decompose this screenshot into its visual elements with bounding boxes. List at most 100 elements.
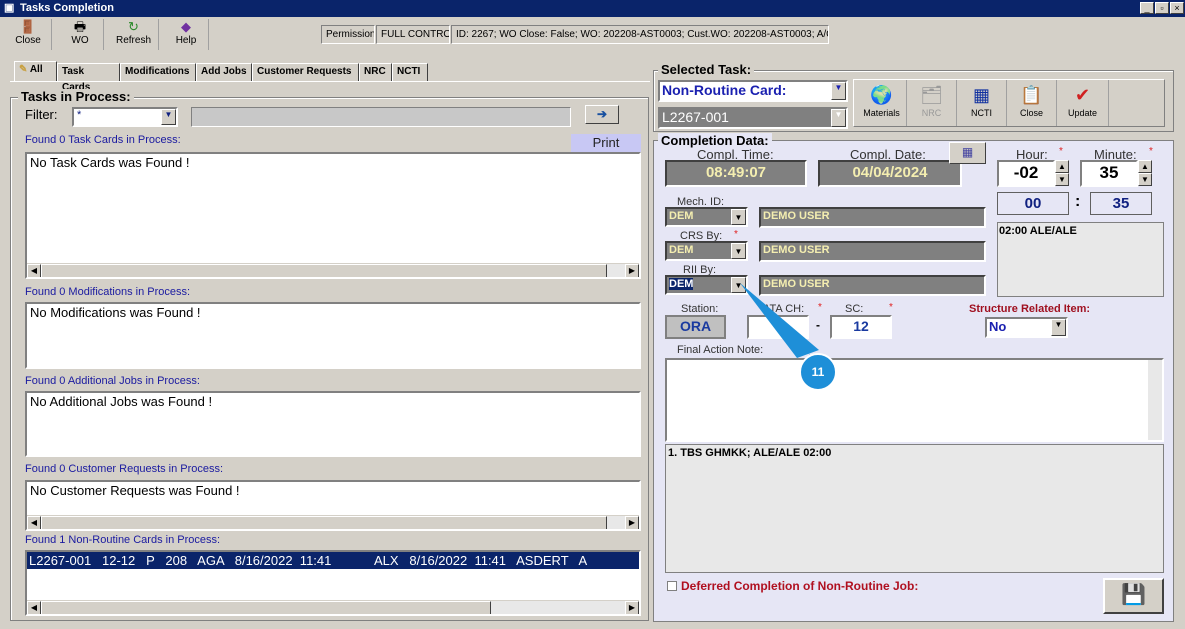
station-field: ORA <box>665 315 726 339</box>
materials-globe-icon: 🌍 <box>870 85 893 105</box>
structure-related-select[interactable]: No ▼ <box>985 317 1068 338</box>
deferred-checkbox[interactable] <box>667 581 677 591</box>
horizontal-scrollbar[interactable]: ◀ ▶ <box>27 600 639 614</box>
compl-time-field: 08:49:07 <box>665 160 807 187</box>
sc-label: SC: <box>845 303 864 315</box>
time-log-memo[interactable]: 02:00 ALE/ALE <box>997 222 1164 297</box>
mech-name-field: DEMO USER <box>759 207 986 228</box>
label: WO <box>71 35 89 46</box>
tab-divider <box>10 81 650 82</box>
task-number-select[interactable]: L2267-001 ▼ <box>658 107 848 129</box>
close-task-button[interactable]: 📋 Close <box>1007 80 1057 126</box>
toolbar-close-button[interactable]: 🚪 Close <box>5 19 52 50</box>
chevron-down-icon[interactable]: ▼ <box>831 82 846 100</box>
structure-value: No <box>989 319 1007 334</box>
time-separator: : <box>1075 193 1081 210</box>
task-type-select[interactable]: Non-Routine Card: ▼ <box>658 80 848 102</box>
station-label: Station: <box>681 303 719 315</box>
label: NRC <box>921 108 942 118</box>
filter-text-field[interactable] <box>191 107 571 127</box>
list-message: No Customer Requests was Found ! <box>30 483 240 498</box>
title-bar: ▣ Tasks Completion <box>0 0 1185 17</box>
hour-spinner[interactable]: ▲ ▼ <box>1055 160 1069 187</box>
rii-id-value: DEM <box>669 278 694 290</box>
horizontal-scrollbar[interactable]: ◀ ▶ <box>27 515 639 529</box>
filter-select[interactable]: * ▼ <box>72 107 178 127</box>
tab-label: All <box>29 64 43 75</box>
filter-value: * <box>77 109 82 121</box>
restore-button[interactable]: ▫ <box>1155 2 1169 14</box>
tab-add-jobs[interactable]: Add Jobs <box>196 63 252 81</box>
callout-number: 11 <box>811 365 825 379</box>
label: Close <box>15 35 41 46</box>
chevron-down-icon[interactable]: ▼ <box>161 109 176 125</box>
tab-ncti[interactable]: NCTI <box>392 63 428 81</box>
close-window-button[interactable]: × <box>1170 2 1184 14</box>
mech-id-select[interactable]: DEM ▼ <box>665 207 748 227</box>
tab-nrc[interactable]: NRC <box>359 63 392 81</box>
tab-modifications[interactable]: Modifications <box>120 63 196 81</box>
app-icon: ▣ <box>4 2 15 14</box>
calendar-button[interactable]: ▦ <box>949 142 986 164</box>
vertical-scrollbar[interactable] <box>1148 360 1162 440</box>
minute-input[interactable]: 35 <box>1080 160 1138 187</box>
selected-task-title: Selected Task: <box>658 62 755 77</box>
minute-spinner[interactable]: ▲ ▼ <box>1138 160 1152 187</box>
action-history-memo[interactable]: 1. TBS GHMKK; ALE/ALE 02:00 <box>665 444 1164 573</box>
nrc-button[interactable]: 🗂 NRC <box>907 80 957 126</box>
vertical-scrollbar[interactable] <box>1149 445 1163 572</box>
chevron-down-icon[interactable]: ▼ <box>831 109 846 127</box>
crs-by-select[interactable]: DEM ▼ <box>665 241 748 261</box>
apply-filter-button[interactable]: ➔ <box>585 105 619 124</box>
required-marker: * <box>734 229 738 240</box>
structure-related-label: Structure Related Item: <box>969 303 1091 315</box>
total-hours-display: 00 <box>997 192 1069 215</box>
toolbar-help-button[interactable]: ◆ Help <box>164 19 209 50</box>
list-message: No Task Cards was Found ! <box>30 155 190 170</box>
label: Help <box>175 35 197 46</box>
chevron-down-icon[interactable]: ▼ <box>1051 319 1066 336</box>
nrc-list[interactable]: L2267-001 12-12 P 208 AGA 8/16/2022 11:4… <box>25 550 641 616</box>
vertical-scrollbar[interactable] <box>1149 223 1163 296</box>
tab-task-cards[interactable]: Task Cards <box>57 63 120 93</box>
permission-label: Permission: <box>321 25 375 44</box>
chevron-down-icon[interactable]: ▼ <box>731 243 746 259</box>
mech-id-value: DEM <box>669 210 694 222</box>
chevron-down-icon[interactable]: ▼ <box>731 209 746 225</box>
refresh-icon: ↻ <box>128 19 139 34</box>
customer-requests-list[interactable]: No Customer Requests was Found ! ◀ ▶ <box>25 480 641 531</box>
history-text: 1. TBS GHMKK; ALE/ALE 02:00 <box>668 447 832 459</box>
calendar-icon: ▦ <box>961 145 974 159</box>
modifications-list[interactable]: No Modifications was Found ! <box>25 302 641 369</box>
horizontal-scrollbar[interactable]: ◀ ▶ <box>27 263 639 277</box>
materials-button[interactable]: 🌍 Materials <box>857 80 907 126</box>
completion-data-title: Completion Data: <box>658 133 772 148</box>
label: Close <box>1019 108 1043 118</box>
tab-all[interactable]: ✎ All <box>14 61 57 81</box>
required-marker: * <box>1149 146 1153 157</box>
help-book-icon: ◆ <box>181 19 191 34</box>
ncti-button[interactable]: ▦ NCTI <box>957 80 1007 126</box>
task-cards-header: Found 0 Task Cards in Process: <box>25 134 181 146</box>
toolbar-refresh-button[interactable]: ↻ Refresh <box>109 19 159 50</box>
hour-input[interactable]: -02 <box>997 160 1055 187</box>
required-marker: * <box>889 302 893 313</box>
toolbar-wo-button[interactable]: 🖶 WO <box>57 19 104 50</box>
additional-jobs-list[interactable]: No Additional Jobs was Found ! <box>25 391 641 457</box>
customer-requests-header: Found 0 Customer Requests in Process: <box>25 463 224 475</box>
label: Update <box>1067 108 1098 118</box>
update-button[interactable]: ✔ Update <box>1057 80 1109 126</box>
nrc-folder-icon: 🗂 <box>920 85 943 105</box>
save-button[interactable]: 💾 <box>1103 578 1164 614</box>
list-message: No Modifications was Found ! <box>30 305 201 320</box>
minimize-button[interactable]: _ <box>1140 2 1154 14</box>
memo-text: 02:00 ALE/ALE <box>999 225 1077 237</box>
label: Refresh <box>115 35 151 46</box>
tab-customer-requests[interactable]: Customer Requests <box>252 63 359 81</box>
printer-icon: 🖶 <box>73 19 87 34</box>
nrc-row-selected[interactable]: L2267-001 12-12 P 208 AGA 8/16/2022 11:4… <box>27 552 639 569</box>
window-title: Tasks Completion <box>20 2 114 14</box>
crs-name-field: DEMO USER <box>759 241 986 262</box>
task-cards-list[interactable]: No Task Cards was Found ! ◀ ▶ <box>25 152 641 279</box>
print-button[interactable]: Print <box>571 134 641 152</box>
